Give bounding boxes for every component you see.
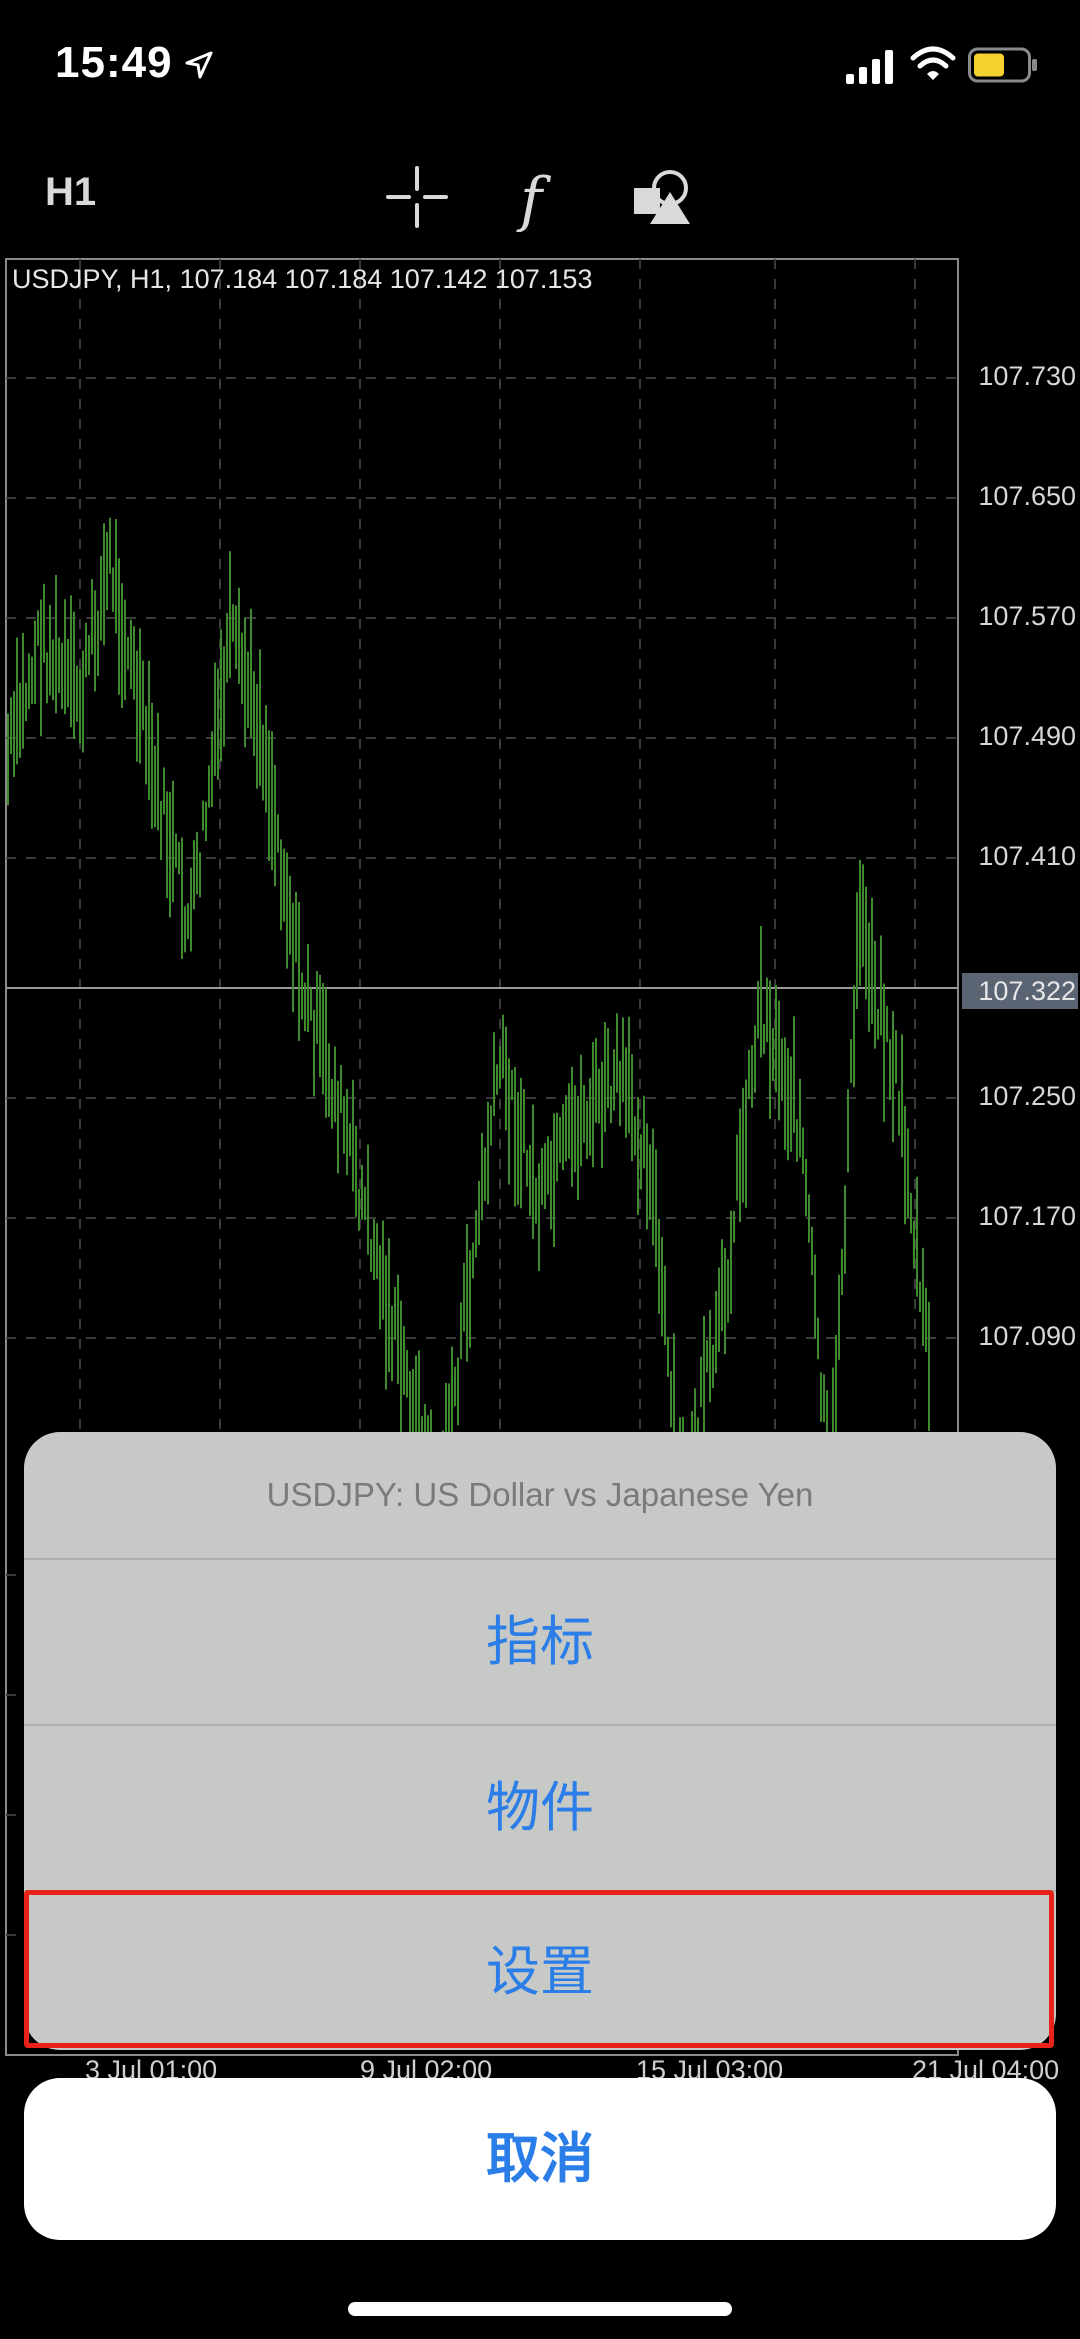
- status-time: 15:49: [55, 38, 173, 87]
- price-axis-label: 107.170: [978, 1201, 1076, 1231]
- status-bar: 15:49: [0, 0, 1080, 130]
- price-axis-label: 107.490: [978, 721, 1076, 751]
- candles: [7, 517, 930, 1555]
- price-axis-label: 107.730: [978, 361, 1076, 391]
- wifi-icon: [910, 46, 956, 80]
- price-axis-label: 107.410: [978, 841, 1076, 871]
- crosshair-icon[interactable]: [382, 162, 452, 232]
- function-icon[interactable]: f: [504, 162, 574, 232]
- shapes-icon[interactable]: [626, 162, 696, 232]
- battery-icon: [968, 47, 1037, 83]
- price-axis-label: 107.250: [978, 1081, 1076, 1111]
- signal-icon: [846, 50, 893, 84]
- svg-text:f: f: [516, 165, 552, 232]
- current-price-label: 107.322: [962, 973, 1078, 1009]
- location-arrow-icon: [185, 51, 213, 79]
- price-axis-label: 107.570: [978, 601, 1076, 631]
- menu-item-objects[interactable]: 物件: [24, 1726, 1056, 1890]
- chart-toolbar: H1 f: [0, 140, 1080, 250]
- action-sheet-header: USDJPY: US Dollar vs Japanese Yen: [266, 1476, 814, 1513]
- price-axis-label: 107.090: [978, 1321, 1076, 1351]
- home-indicator[interactable]: [348, 2302, 732, 2316]
- menu-item-indicators[interactable]: 指标: [24, 1560, 1056, 1724]
- timeframe-button[interactable]: H1: [45, 170, 96, 215]
- chart-title: USDJPY, H1, 107.184 107.184 107.142 107.…: [12, 264, 593, 294]
- settings-highlight-box: [24, 1890, 1054, 2048]
- price-axis-label: 107.650: [978, 481, 1076, 511]
- cancel-button[interactable]: 取消: [24, 2078, 1056, 2240]
